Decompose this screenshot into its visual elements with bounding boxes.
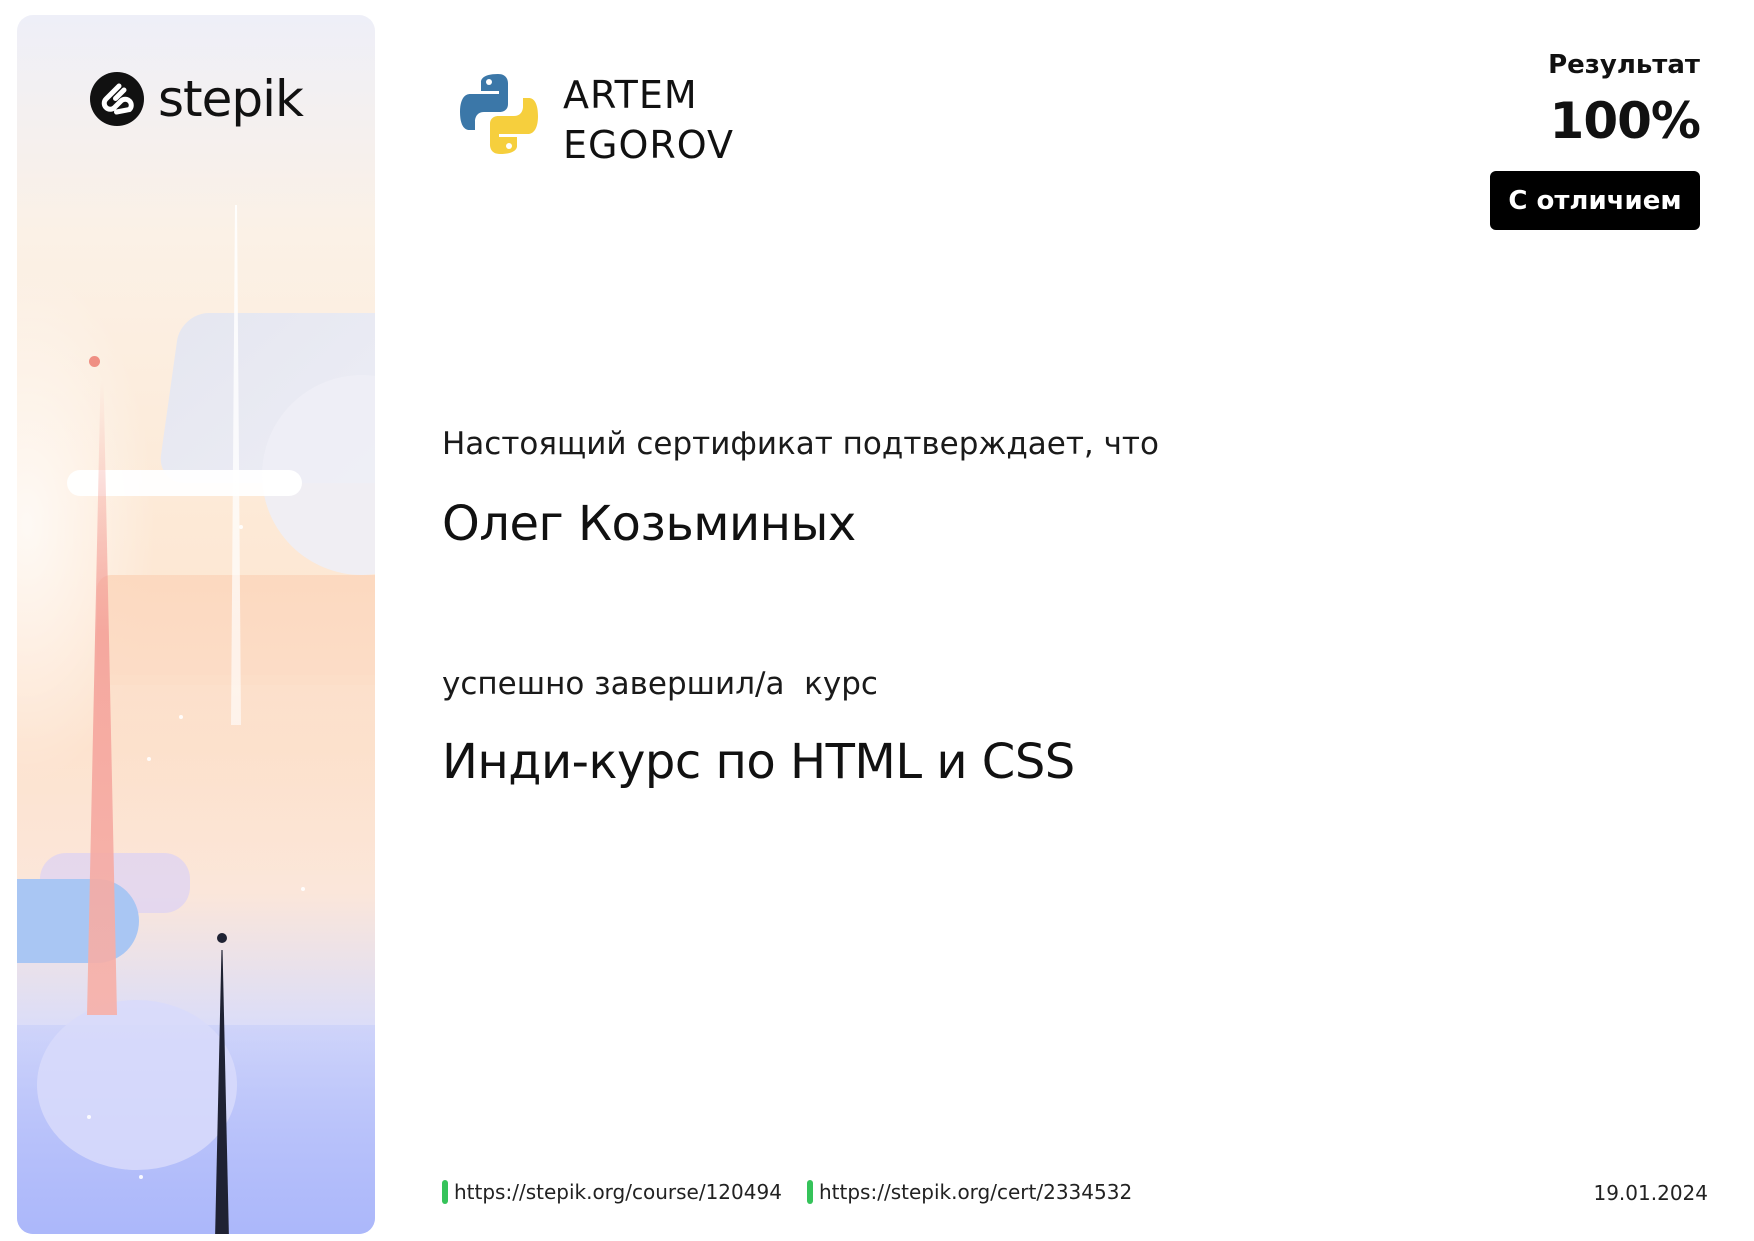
distinction-badge: С отличием — [1490, 171, 1700, 230]
decor-pill — [17, 879, 139, 963]
python-logo-icon — [460, 74, 538, 154]
decor-dot — [217, 933, 227, 943]
stepik-s-mark-icon — [90, 72, 144, 126]
result-label: Результат — [1548, 50, 1700, 80]
result-value: 100% — [1549, 92, 1701, 150]
recipient-name: Олег Козьминых — [442, 496, 856, 552]
completed-text: успешно завершил/а курс — [442, 666, 878, 702]
decor-blob — [37, 1000, 237, 1170]
decorative-side-panel — [17, 15, 375, 1234]
decor-sparkle — [179, 715, 183, 719]
decor-dot — [89, 356, 100, 367]
certificate-page: stepik ARTEM EGOROV Результат 100% С отл… — [0, 0, 1754, 1241]
course-name: Инди-курс по HTML и CSS — [442, 734, 1075, 790]
confirm-text: Настоящий сертификат подтверждает, что — [442, 426, 1159, 462]
author-name: ARTEM EGOROV — [563, 70, 734, 170]
certificate-url[interactable]: https://stepik.org/cert/2334532 — [819, 1180, 1132, 1204]
author-line: ARTEM — [563, 73, 698, 117]
issue-date: 19.01.2024 — [1593, 1181, 1708, 1205]
author-line: EGOROV — [563, 123, 735, 167]
course-link[interactable]: https://stepik.org/course/120494 — [442, 1180, 782, 1204]
link-marker — [442, 1180, 448, 1204]
decor-sparkle — [239, 525, 243, 529]
link-marker — [807, 1180, 813, 1204]
certificate-link[interactable]: https://stepik.org/cert/2334532 — [807, 1180, 1132, 1204]
decor-sparkle — [147, 757, 151, 761]
decor-sparkle — [301, 887, 305, 891]
decor-sparkle — [87, 1115, 91, 1119]
stepik-logo: stepik — [90, 70, 304, 128]
stepik-wordmark: stepik — [158, 70, 304, 128]
course-url[interactable]: https://stepik.org/course/120494 — [454, 1180, 782, 1204]
decor-sparkle — [139, 1175, 143, 1179]
